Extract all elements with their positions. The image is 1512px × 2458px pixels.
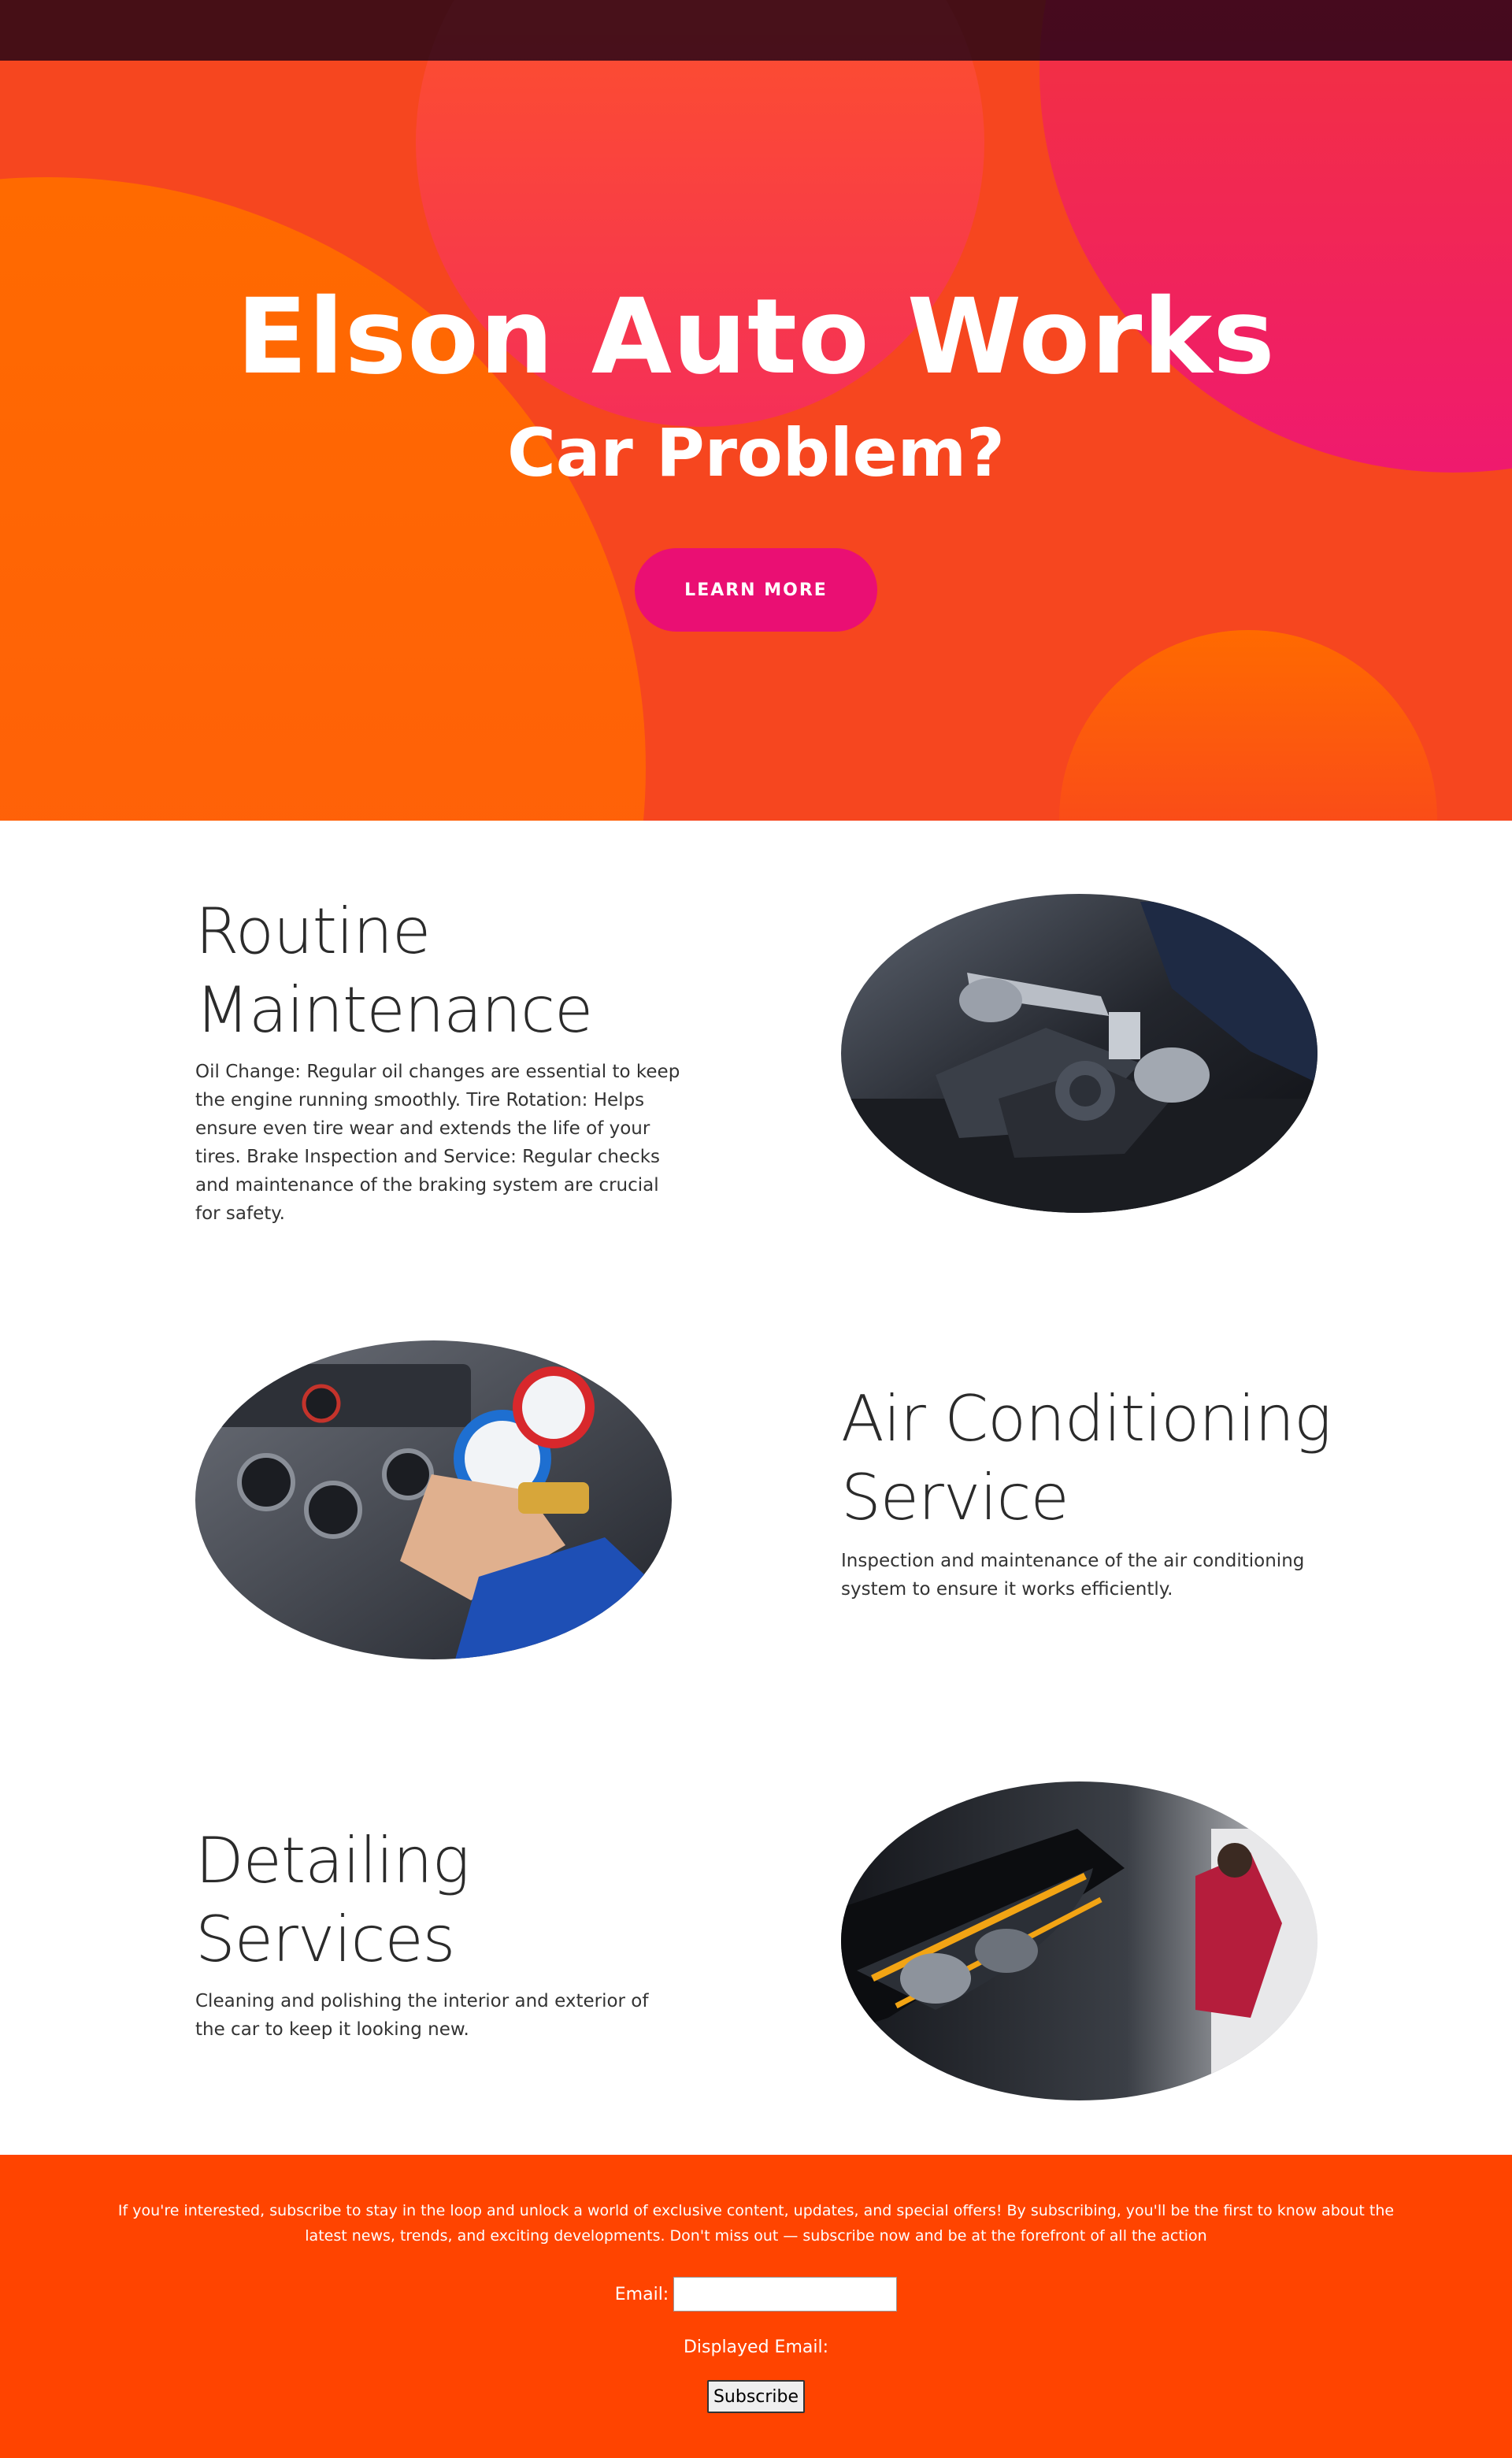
hero-background-shape bbox=[1040, 0, 1512, 473]
subscribe-button[interactable]: Subscribe bbox=[707, 2380, 805, 2413]
hero-title: Elson Auto Works bbox=[236, 276, 1276, 398]
email-row: Email: bbox=[0, 2276, 1512, 2312]
service-title: Routine Maintenance bbox=[195, 895, 593, 1047]
hero-background-shape bbox=[1059, 630, 1437, 821]
subscribe-blurb: If you're interested, subscribe to stay … bbox=[117, 2202, 1395, 2245]
car-headlight-detailing-photo bbox=[841, 1781, 1317, 2100]
service-description: Oil Change: Regular oil changes are esse… bbox=[195, 1062, 680, 1224]
mechanic-engine-photo bbox=[841, 894, 1317, 1213]
service-description: Cleaning and polishing the interior and … bbox=[195, 1991, 649, 2040]
service-title: Air Conditioning Service bbox=[841, 1382, 1332, 1534]
service-title: Detailing Services bbox=[195, 1824, 470, 1976]
service-description: Inspection and maintenance of the air co… bbox=[841, 1551, 1305, 1600]
subscribe-section: If you're interested, subscribe to stay … bbox=[0, 2155, 1512, 2458]
hero-subtitle: Car Problem? bbox=[507, 414, 1005, 491]
top-header-bar bbox=[0, 0, 1512, 61]
ac-gauge-photo bbox=[195, 1340, 672, 1659]
learn-more-button[interactable]: LEARN MORE bbox=[635, 548, 877, 632]
displayed-email-label: Displayed Email: bbox=[683, 2338, 829, 2357]
email-label: Email: bbox=[614, 2284, 669, 2304]
hero-section: Elson Auto Works Car Problem? LEARN MORE bbox=[0, 0, 1512, 821]
email-input[interactable] bbox=[673, 2277, 898, 2312]
